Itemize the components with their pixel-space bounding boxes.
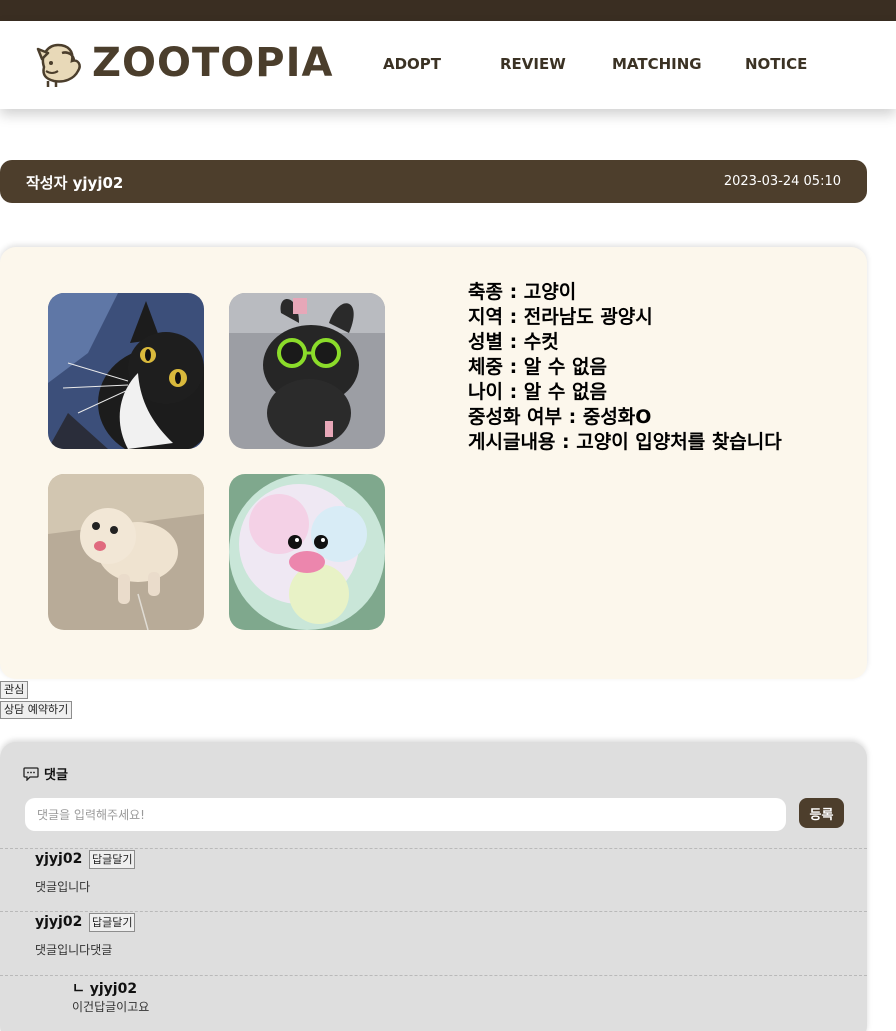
comment-submit-button[interactable]: 등록 [799,798,844,828]
nav-adopt[interactable]: ADOPT [383,55,441,73]
comment-icon [23,766,39,781]
comment-user: yjyj02 [35,914,83,930]
pet-photo-plush-glasses[interactable] [229,293,385,449]
reply-text: 이건답글이고요 [72,1000,150,1014]
top-bar [0,0,896,21]
rainbow-plush-image [229,474,385,630]
info-content: 게시글내용 : 고양이 입양처를 찾습니다 [468,431,782,453]
comment-user: yjyj02 [35,851,83,867]
info-region: 지역 : 전라남도 광양시 [468,306,653,328]
comment-input[interactable] [25,798,786,831]
comments-header: 댓글 [23,764,68,783]
comments-title: 댓글 [44,768,68,783]
plush-glasses-image [229,293,385,449]
logo[interactable]: ZOOTOPIA [34,37,333,89]
nav-matching[interactable]: MATCHING [612,55,702,73]
dog-cat-logo-icon [36,43,81,87]
dog-image [48,474,204,630]
post-author-bar: 작성자 yjyj02 2023-03-24 05:10 [0,160,867,203]
info-weight: 체중 : 알 수 없음 [468,356,607,378]
comment-divider [0,848,867,849]
pet-photo-dog[interactable] [48,474,204,630]
cat-image [48,293,204,449]
comment-divider [0,975,867,976]
comment-text: 댓글입니다 [35,880,91,894]
comment-text: 댓글입니다댓글 [35,943,113,957]
reply-user: ㄴ yjyj02 [72,981,138,997]
reserve-consult-button[interactable]: 상담 예약하기 [0,701,73,719]
logo-text: ZOOTOPIA [92,40,334,86]
pet-photo-cat[interactable] [48,293,204,449]
nav-review[interactable]: REVIEW [500,55,566,73]
pet-photo-rainbow-plush[interactable] [229,474,385,630]
info-neutered: 중성화 여부 : 중성화O [468,406,652,428]
info-species: 축종 : 고양이 [468,281,577,303]
comment-divider [0,911,867,912]
nav-notice[interactable]: NOTICE [745,55,807,73]
pet-info: 축종 : 고양이 지역 : 전라남도 광양시 성별 : 수컷 체중 : 알 수 … [468,280,782,455]
info-age: 나이 : 알 수 없음 [468,381,607,403]
site-header: ZOOTOPIA ADOPT REVIEW MATCHING NOTICE [0,21,896,109]
interest-button[interactable]: 관심 [0,681,29,699]
post-date: 2023-03-24 05:10 [723,174,841,189]
post-author: 작성자 yjyj02 [26,174,124,192]
reply-button[interactable]: 답글달기 [89,913,136,932]
info-gender: 성별 : 수컷 [468,331,559,353]
reply-button[interactable]: 답글달기 [89,850,136,869]
